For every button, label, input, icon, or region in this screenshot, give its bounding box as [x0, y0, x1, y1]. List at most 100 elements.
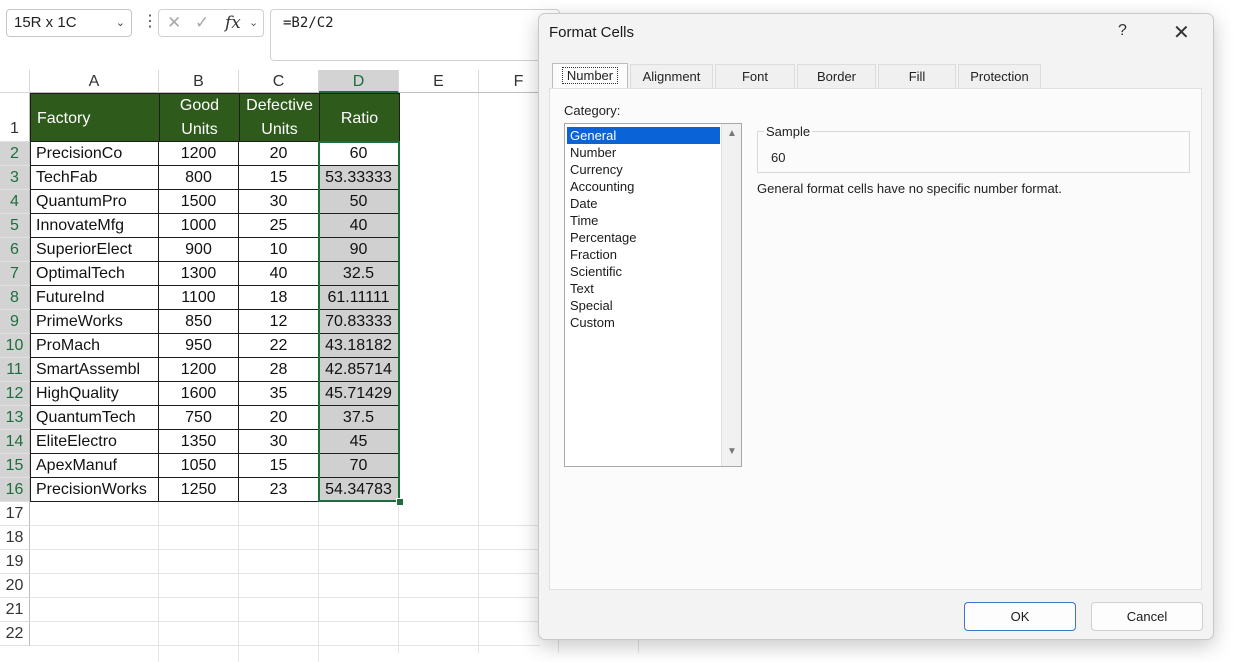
tab-alignment[interactable]: Alignment: [630, 64, 713, 88]
cell-good-units[interactable]: 1350: [159, 430, 239, 454]
row-header-4[interactable]: 4: [0, 190, 30, 214]
column-header-e[interactable]: E: [399, 70, 479, 93]
cell-factory[interactable]: FutureInd: [30, 286, 159, 310]
cell-defective-units[interactable]: 25: [239, 214, 319, 238]
cell-factory[interactable]: ProMach: [30, 334, 159, 358]
cell-good-units[interactable]: 850: [159, 310, 239, 334]
cell-defective-units[interactable]: 40: [239, 262, 319, 286]
chevron-down-icon[interactable]: ⌄: [116, 10, 125, 36]
cell-good-units[interactable]: 800: [159, 166, 239, 190]
header-good-units[interactable]: Good Units: [159, 93, 240, 142]
cell-defective-units[interactable]: 28: [239, 358, 319, 382]
cell-good-units[interactable]: 1200: [159, 358, 239, 382]
cell-ratio[interactable]: 53.33333: [319, 166, 399, 190]
cell-defective-units[interactable]: 15: [239, 454, 319, 478]
cell-factory[interactable]: PrimeWorks: [30, 310, 159, 334]
category-item-fraction[interactable]: Fraction: [567, 246, 720, 263]
tab-border[interactable]: Border: [797, 64, 876, 88]
row-header-8[interactable]: 8: [0, 286, 30, 310]
category-item-text[interactable]: Text: [567, 280, 720, 297]
cell-good-units[interactable]: 1200: [159, 142, 239, 166]
cell-defective-units[interactable]: 15: [239, 166, 319, 190]
tab-protection[interactable]: Protection: [958, 64, 1041, 88]
scroll-down-icon[interactable]: ▼: [727, 446, 737, 457]
cell-ratio[interactable]: 90: [319, 238, 399, 262]
cell-ratio[interactable]: 43.18182: [319, 334, 399, 358]
chevron-down-icon[interactable]: ⌄: [249, 16, 258, 29]
scroll-up-icon[interactable]: ▲: [727, 128, 737, 139]
category-item-currency[interactable]: Currency: [567, 161, 720, 178]
help-icon[interactable]: ?: [1118, 22, 1127, 40]
column-header-b[interactable]: B: [159, 70, 239, 93]
cell-factory[interactable]: SuperiorElect: [30, 238, 159, 262]
cell-defective-units[interactable]: 30: [239, 430, 319, 454]
cell-ratio[interactable]: 42.85714: [319, 358, 399, 382]
cell-factory[interactable]: SmartAssembl: [30, 358, 159, 382]
confirm-formula-icon[interactable]: ✓: [195, 13, 209, 33]
category-item-accounting[interactable]: Accounting: [567, 178, 720, 195]
cell-factory[interactable]: OptimalTech: [30, 262, 159, 286]
cell-ratio[interactable]: 50: [319, 190, 399, 214]
cell-factory[interactable]: ApexManuf: [30, 454, 159, 478]
row-header-22[interactable]: 22: [0, 622, 30, 646]
header-factory[interactable]: Factory: [30, 93, 160, 142]
cell-ratio[interactable]: 70: [319, 454, 399, 478]
category-item-time[interactable]: Time: [567, 212, 720, 229]
category-item-date[interactable]: Date: [567, 195, 720, 212]
category-item-custom[interactable]: Custom: [567, 314, 720, 331]
name-box[interactable]: 15R x 1C ⌄: [6, 9, 132, 37]
column-header-d[interactable]: D: [319, 70, 399, 93]
row-header-21[interactable]: 21: [0, 598, 30, 622]
category-scrollbar[interactable]: ▲ ▼: [721, 124, 741, 466]
cell-good-units[interactable]: 1000: [159, 214, 239, 238]
cell-good-units[interactable]: 950: [159, 334, 239, 358]
column-header-a[interactable]: A: [30, 70, 159, 93]
cell-factory[interactable]: InnovateMfg: [30, 214, 159, 238]
cell-factory[interactable]: QuantumPro: [30, 190, 159, 214]
cell-good-units[interactable]: 1500: [159, 190, 239, 214]
row-header-5[interactable]: 5: [0, 214, 30, 238]
cell-ratio[interactable]: 32.5: [319, 262, 399, 286]
cell-factory[interactable]: QuantumTech: [30, 406, 159, 430]
cell-ratio[interactable]: 70.83333: [319, 310, 399, 334]
cell-defective-units[interactable]: 22: [239, 334, 319, 358]
cell-defective-units[interactable]: 20: [239, 406, 319, 430]
category-item-general[interactable]: General: [567, 127, 720, 144]
category-item-percentage[interactable]: Percentage: [567, 229, 720, 246]
cell-ratio[interactable]: 45.71429: [319, 382, 399, 406]
row-header-20[interactable]: 20: [0, 574, 30, 598]
cell-defective-units[interactable]: 18: [239, 286, 319, 310]
cell-factory[interactable]: HighQuality: [30, 382, 159, 406]
cell-good-units[interactable]: 1250: [159, 478, 239, 502]
row-header-16[interactable]: 16: [0, 478, 30, 502]
header-defective-units[interactable]: Defective Units: [239, 93, 320, 142]
cell-defective-units[interactable]: 35: [239, 382, 319, 406]
row-header-7[interactable]: 7: [0, 262, 30, 286]
cell-factory[interactable]: EliteElectro: [30, 430, 159, 454]
more-options-icon[interactable]: ⋮: [142, 13, 158, 31]
cell-good-units[interactable]: 1050: [159, 454, 239, 478]
row-header-12[interactable]: 12: [0, 382, 30, 406]
insert-function-icon[interactable]: fx: [225, 13, 241, 33]
select-all-corner[interactable]: [0, 70, 30, 93]
cell-ratio[interactable]: 61.11111: [319, 286, 399, 310]
cell-defective-units[interactable]: 10: [239, 238, 319, 262]
cell-defective-units[interactable]: 20: [239, 142, 319, 166]
cell-ratio[interactable]: 54.34783: [319, 478, 399, 502]
cell-good-units[interactable]: 900: [159, 238, 239, 262]
row-header-1[interactable]: 1: [0, 93, 30, 142]
cell-ratio[interactable]: 37.5: [319, 406, 399, 430]
cell-factory[interactable]: TechFab: [30, 166, 159, 190]
header-ratio[interactable]: Ratio: [319, 93, 400, 142]
row-header-9[interactable]: 9: [0, 310, 30, 334]
cell-ratio[interactable]: 45: [319, 430, 399, 454]
column-header-c[interactable]: C: [239, 70, 319, 93]
row-header-13[interactable]: 13: [0, 406, 30, 430]
cell-good-units[interactable]: 750: [159, 406, 239, 430]
cell-good-units[interactable]: 1100: [159, 286, 239, 310]
row-header-14[interactable]: 14: [0, 430, 30, 454]
cell-factory[interactable]: PrecisionWorks: [30, 478, 159, 502]
ok-button[interactable]: OK: [964, 602, 1076, 631]
tab-font[interactable]: Font: [715, 64, 795, 88]
cell-defective-units[interactable]: 12: [239, 310, 319, 334]
